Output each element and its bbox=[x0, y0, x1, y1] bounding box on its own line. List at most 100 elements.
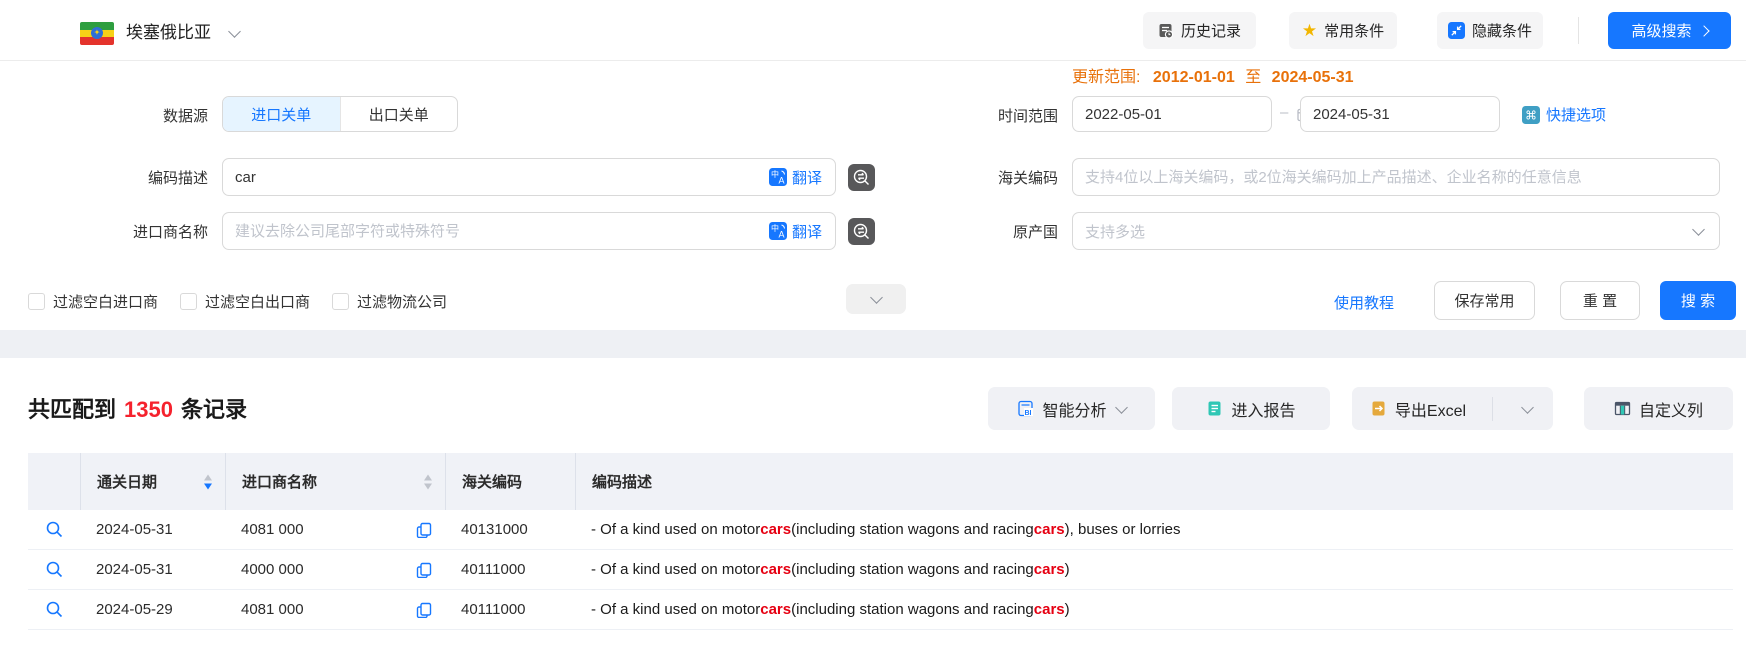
tab-import-declarations[interactable]: 进口关单 bbox=[223, 97, 340, 131]
copy-icon[interactable] bbox=[416, 562, 432, 578]
checkbox-filter-logistics[interactable]: 过滤物流公司 bbox=[332, 291, 447, 312]
code-description-input[interactable] bbox=[223, 159, 769, 195]
code-description-label: 编码描述 bbox=[100, 167, 208, 188]
importer-name-input[interactable] bbox=[223, 213, 769, 249]
summary-prefix: 共匹配到 bbox=[28, 397, 116, 422]
date-to-field[interactable] bbox=[1300, 96, 1500, 132]
sort-desc-icon[interactable] bbox=[424, 483, 432, 489]
export-excel-button[interactable]: 导出Excel bbox=[1352, 387, 1553, 430]
summary-suffix: 条记录 bbox=[181, 397, 247, 422]
exact-match-toggle[interactable] bbox=[848, 164, 875, 191]
search-button[interactable]: 搜 索 bbox=[1660, 281, 1736, 320]
row-detail-cell bbox=[28, 510, 80, 549]
chevron-down-icon bbox=[1692, 223, 1705, 236]
translate-icon: 中A bbox=[769, 222, 787, 240]
export-excel-label: 导出Excel bbox=[1395, 397, 1466, 421]
code-description-cell: - Of a kind used on motor cars (includin… bbox=[575, 510, 1733, 549]
importer-name-field[interactable]: 中A 翻译 bbox=[222, 212, 836, 250]
hs-code-field[interactable] bbox=[1072, 158, 1720, 196]
chevron-down-icon bbox=[1115, 401, 1128, 414]
history-icon bbox=[1158, 23, 1174, 39]
chevron-right-icon bbox=[1698, 25, 1709, 36]
origin-country-select[interactable]: 支持多选 bbox=[1072, 212, 1720, 250]
hs-code-cell: 40111000 bbox=[445, 550, 575, 589]
custom-columns-label: 自定义列 bbox=[1639, 397, 1703, 421]
star-icon: ★ bbox=[1302, 22, 1317, 39]
advanced-search-button[interactable]: 高级搜索 bbox=[1608, 12, 1731, 49]
update-range-label: 更新范围: bbox=[1072, 69, 1140, 86]
smart-analysis-button[interactable]: BI 智能分析 bbox=[988, 387, 1155, 430]
row-detail-cell bbox=[28, 590, 80, 629]
table-row[interactable]: 2024-05-29 4081 000 40111000 - Of a kind… bbox=[28, 590, 1733, 630]
magnifier-icon[interactable] bbox=[45, 520, 64, 539]
hs-code-label: 海关编码 bbox=[950, 167, 1058, 188]
report-icon bbox=[1206, 400, 1223, 417]
copy-icon[interactable] bbox=[416, 602, 432, 618]
translate-button[interactable]: 中A 翻译 bbox=[769, 167, 835, 188]
data-source-tabs: 进口关单 出口关单 bbox=[222, 96, 458, 132]
date-from-field[interactable] bbox=[1072, 96, 1272, 132]
sort-desc-icon[interactable] bbox=[204, 483, 212, 489]
checkbox-filter-blank-exporter[interactable]: 过滤空白出口商 bbox=[180, 291, 310, 312]
export-excel-main[interactable]: 导出Excel bbox=[1352, 397, 1484, 421]
button-divider bbox=[1492, 397, 1493, 421]
importer-cell: 4081 000 bbox=[225, 590, 445, 629]
checkbox-icon[interactable] bbox=[332, 293, 349, 310]
table-row[interactable]: 2024-05-31 4000 000 40111000 - Of a kind… bbox=[28, 550, 1733, 590]
code-description-cell: - Of a kind used on motor cars (includin… bbox=[575, 590, 1733, 629]
sort-asc-icon[interactable] bbox=[424, 474, 432, 480]
favorites-button[interactable]: ★ 常用条件 bbox=[1289, 12, 1397, 49]
export-options-button[interactable] bbox=[1501, 406, 1553, 412]
summary-count: 1350 bbox=[124, 397, 173, 422]
importer-cell: 4000 000 bbox=[225, 550, 445, 589]
sort-importer-control[interactable] bbox=[424, 474, 432, 489]
hide-conditions-button[interactable]: 隐藏条件 bbox=[1437, 12, 1543, 49]
quick-options-link[interactable]: ⌘ 快捷选项 bbox=[1522, 104, 1606, 125]
translate-label: 翻译 bbox=[792, 167, 822, 188]
custom-columns-button[interactable]: 自定义列 bbox=[1584, 387, 1733, 430]
checkbox-icon[interactable] bbox=[180, 293, 197, 310]
importer-cell: 4081 000 bbox=[225, 510, 445, 549]
translate-button[interactable]: 中A 翻译 bbox=[769, 221, 835, 242]
collapse-icon bbox=[1448, 22, 1465, 39]
update-range-to-word: 至 bbox=[1245, 69, 1261, 86]
sort-date-control[interactable] bbox=[204, 474, 212, 489]
svg-text:BI: BI bbox=[1025, 410, 1032, 417]
reset-button[interactable]: 重 置 bbox=[1560, 281, 1640, 320]
update-range-to: 2024-05-31 bbox=[1272, 69, 1354, 86]
origin-placeholder: 支持多选 bbox=[1073, 221, 1145, 242]
exact-match-toggle[interactable] bbox=[848, 218, 875, 245]
date-to-input[interactable] bbox=[1301, 97, 1524, 131]
checkbox-label: 过滤空白出口商 bbox=[205, 291, 310, 312]
history-label: 历史记录 bbox=[1181, 20, 1241, 41]
chevron-down-icon bbox=[228, 25, 241, 38]
table-row[interactable]: 2024-05-31 4081 000 40131000 - Of a kind… bbox=[28, 510, 1733, 550]
results-table: 通关日期 进口商名称 海关编码 编码描述 bbox=[28, 453, 1733, 630]
table-header: 通关日期 进口商名称 海关编码 编码描述 bbox=[28, 453, 1733, 510]
results-summary: 共匹配到 1350 条记录 bbox=[28, 392, 247, 424]
header-importer-name: 进口商名称 bbox=[225, 453, 445, 510]
tutorial-link[interactable]: 使用教程 bbox=[1334, 292, 1394, 313]
enter-report-button[interactable]: 进入报告 bbox=[1172, 387, 1330, 430]
copy-icon[interactable] bbox=[416, 522, 432, 538]
code-description-field[interactable]: 中A 翻译 bbox=[222, 158, 836, 196]
checkbox-icon[interactable] bbox=[28, 293, 45, 310]
history-button[interactable]: 历史记录 bbox=[1143, 12, 1256, 49]
date-from-input[interactable] bbox=[1073, 97, 1296, 131]
checkbox-label: 过滤物流公司 bbox=[357, 291, 447, 312]
hs-code-input[interactable] bbox=[1073, 159, 1719, 195]
clearance-date-cell: 2024-05-31 bbox=[80, 550, 225, 589]
magnifier-icon[interactable] bbox=[45, 560, 64, 579]
save-common-button[interactable]: 保存常用 bbox=[1434, 281, 1535, 320]
section-divider bbox=[0, 330, 1746, 358]
sort-asc-icon[interactable] bbox=[204, 474, 212, 480]
expand-panel-button[interactable] bbox=[846, 284, 906, 314]
update-range-from: 2012-01-01 bbox=[1153, 69, 1235, 86]
tab-export-declarations[interactable]: 出口关单 bbox=[340, 97, 458, 131]
chevron-down-icon bbox=[1521, 401, 1534, 414]
magnifier-icon[interactable] bbox=[45, 600, 64, 619]
command-icon: ⌘ bbox=[1522, 106, 1540, 124]
country-selector[interactable]: 埃塞俄比亚 bbox=[126, 18, 239, 43]
translate-label: 翻译 bbox=[792, 221, 822, 242]
checkbox-filter-blank-importer[interactable]: 过滤空白进口商 bbox=[28, 291, 158, 312]
